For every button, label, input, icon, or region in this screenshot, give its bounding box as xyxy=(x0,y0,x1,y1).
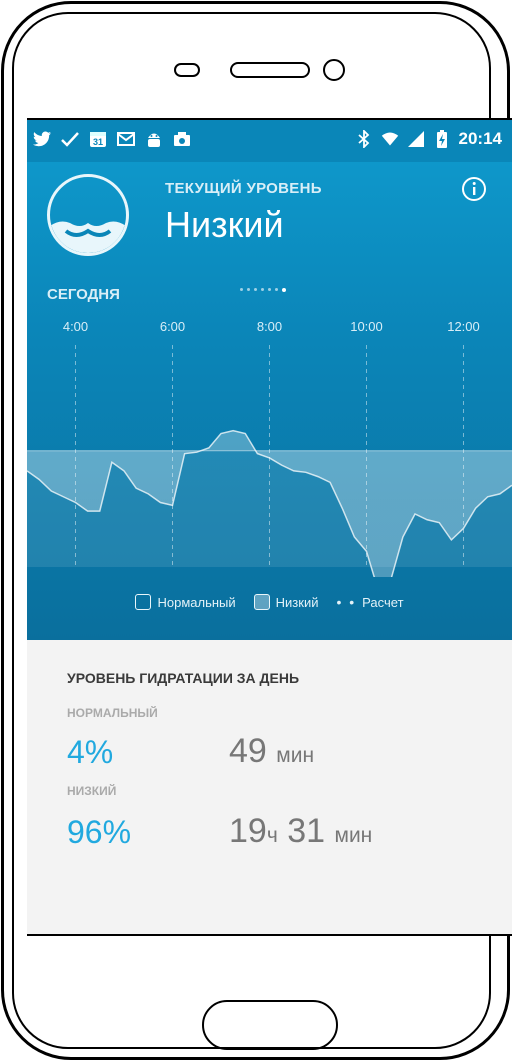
hydration-header: ТЕКУЩИЙ УРОВЕНЬ Низкий СЕГОДНЯ 4:00 6:00 8… xyxy=(27,162,512,640)
hydration-chart: 4:00 6:00 8:00 10:00 12:00 xyxy=(27,319,512,577)
page-dot[interactable] xyxy=(247,288,250,291)
low-duration-minutes: 31 xyxy=(287,812,326,850)
normal-duration: 49 мин xyxy=(229,732,314,771)
earpiece-speaker xyxy=(230,62,310,78)
bluetooth-icon xyxy=(355,130,373,148)
page-dot[interactable] xyxy=(261,288,264,291)
stats-title: УРОВЕНЬ ГИДРАТАЦИИ ЗА ДЕНЬ xyxy=(67,670,300,686)
today-label: СЕГОДНЯ xyxy=(47,286,120,303)
info-icon[interactable] xyxy=(461,176,487,202)
normal-percent: 4% xyxy=(67,734,114,770)
daily-hydration-stats: УРОВЕНЬ ГИДРАТАЦИИ ЗА ДЕНЬ НОРМАЛЬНЫЙ 4%… xyxy=(27,640,512,934)
legend-normal-label: Нормальный xyxy=(157,594,236,610)
current-level-label: ТЕКУЩИЙ УРОВЕНЬ xyxy=(165,180,322,197)
low-duration-hours: 19 xyxy=(229,812,267,850)
wifi-icon xyxy=(381,130,399,148)
battery-icon xyxy=(433,130,451,148)
normal-duration-minutes: 49 xyxy=(229,732,267,770)
x-tick-label: 12:00 xyxy=(447,319,480,334)
page-dot[interactable] xyxy=(254,288,257,291)
page-dot[interactable] xyxy=(275,288,278,291)
photo-icon xyxy=(173,130,191,148)
low-percent: 96% xyxy=(67,814,132,850)
twitter-icon xyxy=(33,130,51,148)
calendar-day: 31 xyxy=(93,137,103,147)
page-dot[interactable] xyxy=(282,287,286,292)
low-duration-hours-unit: ч xyxy=(266,824,278,847)
app-screen: 31 20:14 ТЕКУЩИЙ УРОВЕНЬ Низкий СЕГОДНЯ … xyxy=(27,118,512,936)
check-icon xyxy=(61,130,79,148)
proximity-sensor xyxy=(174,63,200,77)
legend-normal-swatch xyxy=(135,594,152,610)
android-icon xyxy=(145,130,163,148)
signal-icon xyxy=(407,130,425,148)
legend-low-label: Низкий xyxy=(275,594,319,610)
status-bar: 31 20:14 xyxy=(27,120,512,162)
current-level-value: Низкий xyxy=(165,204,284,245)
status-time: 20:14 xyxy=(458,129,502,148)
x-tick-label: 6:00 xyxy=(160,319,185,334)
calendar-icon: 31 xyxy=(89,130,107,148)
legend-normal: Нормальный xyxy=(135,594,236,610)
low-label: НИЗКИЙ xyxy=(67,784,117,798)
page-indicator[interactable] xyxy=(240,287,286,292)
water-drop-logo-icon xyxy=(47,174,129,256)
x-tick-label: 10:00 xyxy=(350,319,383,334)
low-duration-minutes-unit: мин xyxy=(334,824,373,847)
legend-estimate: • • Расчет xyxy=(336,594,403,610)
legend-estimate-label: Расчет xyxy=(362,594,404,610)
normal-duration-unit: мин xyxy=(276,744,315,767)
low-duration: 19ч 31 мин xyxy=(229,812,372,851)
gmail-icon xyxy=(117,130,135,148)
front-camera xyxy=(323,59,345,81)
normal-label: НОРМАЛЬНЫЙ xyxy=(67,706,158,720)
x-tick-label: 8:00 xyxy=(257,319,282,334)
page-dot[interactable] xyxy=(240,288,243,291)
home-button[interactable] xyxy=(202,1000,338,1050)
legend-low: Низкий xyxy=(253,594,319,610)
x-tick-label: 4:00 xyxy=(63,319,88,334)
chart-legend: Нормальный Низкий • • Расчет xyxy=(27,594,512,610)
page-dot[interactable] xyxy=(268,288,271,291)
legend-low-swatch xyxy=(253,594,270,610)
legend-estimate-dots: • • xyxy=(336,594,357,610)
